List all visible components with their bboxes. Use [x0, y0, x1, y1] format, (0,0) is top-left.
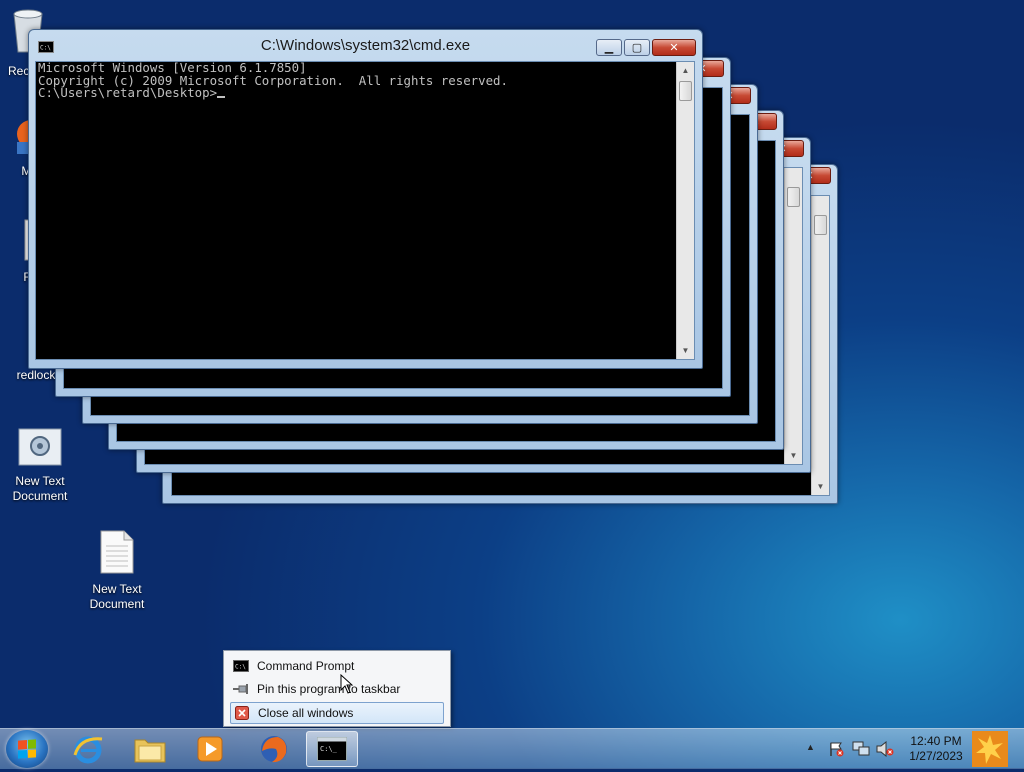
media-player-icon: [197, 736, 223, 762]
start-button[interactable]: [6, 730, 48, 768]
system-clock[interactable]: 12:40 PM 1/27/2023: [898, 734, 974, 764]
svg-text:C:\_: C:\_: [320, 745, 338, 753]
console-prompt-line: C:\Users\retard\Desktop>: [38, 85, 508, 100]
desktop-icon-label: New Text Document: [89, 582, 145, 611]
vertical-scrollbar[interactable]: ▲ ▼: [676, 62, 694, 359]
jump-list-item-label: Command Prompt: [257, 659, 355, 673]
user-avatar-icon: [972, 731, 1008, 767]
jump-list-item-pin[interactable]: Pin this program to taskbar: [230, 679, 444, 699]
scroll-down-arrow[interactable]: ▼: [677, 342, 694, 359]
pin-icon: [233, 684, 248, 694]
clock-date: 1/27/2023: [909, 749, 963, 763]
desktop-icon-new-text-document[interactable]: New Text Document: [0, 428, 80, 504]
minimize-button[interactable]: ▁: [596, 39, 622, 56]
console-prompt: C:\Users\retard\Desktop>: [38, 85, 218, 100]
volume-muted-icon[interactable]: [876, 741, 894, 757]
text-cursor: [217, 96, 226, 98]
vertical-scrollbar[interactable]: ▼: [784, 168, 802, 464]
network-icon[interactable]: [852, 741, 870, 757]
console-area[interactable]: Microsoft Windows [Version 6.1.7850] Copy…: [35, 61, 695, 360]
close-button[interactable]: ✕: [652, 39, 696, 56]
cmd-window-main[interactable]: C:\ C:\Windows\system32\cmd.exe ▁ ▢ ✕ Mi…: [28, 29, 703, 369]
taskbar-media-player[interactable]: [184, 731, 236, 767]
console-output: Microsoft Windows [Version 6.1.7850] Copy…: [38, 61, 508, 100]
cmd-icon: C:\: [233, 660, 249, 672]
taskbar: C:\_ ▲ 12:40 PM 1/27/2023: [0, 728, 1024, 769]
clock-time: 12:40 PM: [910, 734, 962, 748]
scroll-thumb[interactable]: [814, 215, 827, 235]
jump-list-item-label: Pin this program to taskbar: [257, 682, 401, 696]
taskbar-jump-list: C:\ Command Prompt Pin this program to t…: [223, 650, 451, 727]
close-windows-icon: [235, 706, 249, 720]
taskbar-firefox[interactable]: [248, 731, 300, 767]
scroll-down-arrow[interactable]: ▼: [785, 447, 802, 464]
svg-text:C:\: C:\: [235, 664, 246, 671]
caption-buttons: ▁ ▢ ✕: [594, 39, 696, 56]
text-document-icon: [100, 530, 134, 574]
firefox-icon: [261, 736, 287, 763]
scroll-down-arrow[interactable]: ▼: [812, 478, 829, 495]
taskbar-command-prompt[interactable]: C:\_: [306, 731, 358, 767]
folder-icon: [134, 739, 166, 763]
command-prompt-icon: C:\_: [317, 737, 347, 761]
scroll-thumb[interactable]: [679, 81, 692, 101]
maximize-button[interactable]: ▢: [624, 39, 650, 56]
desktop-icon-new-text-document-2[interactable]: New Text Document: [77, 530, 157, 612]
taskbar-internet-explorer[interactable]: [62, 731, 114, 767]
windows-logo-icon: [18, 739, 36, 759]
action-center-flag-icon[interactable]: [828, 741, 844, 757]
show-desktop-button[interactable]: [972, 731, 1008, 767]
vertical-scrollbar[interactable]: ▼: [811, 196, 829, 495]
desktop-icon-label: New Text Document: [12, 474, 68, 503]
jump-list-item-close-all[interactable]: Close all windows: [230, 702, 444, 724]
mouse-cursor-icon: [340, 674, 353, 694]
scroll-up-arrow[interactable]: ▲: [677, 62, 694, 79]
internet-explorer-icon: [73, 736, 103, 764]
jump-list-item-label: Close all windows: [258, 706, 354, 720]
settings-document-icon: [18, 428, 62, 466]
jump-list-item-command-prompt[interactable]: C:\ Command Prompt: [230, 656, 444, 676]
taskbar-windows-explorer[interactable]: [124, 731, 176, 767]
show-hidden-icons-button[interactable]: ▲: [806, 742, 815, 752]
scroll-thumb[interactable]: [787, 187, 800, 207]
